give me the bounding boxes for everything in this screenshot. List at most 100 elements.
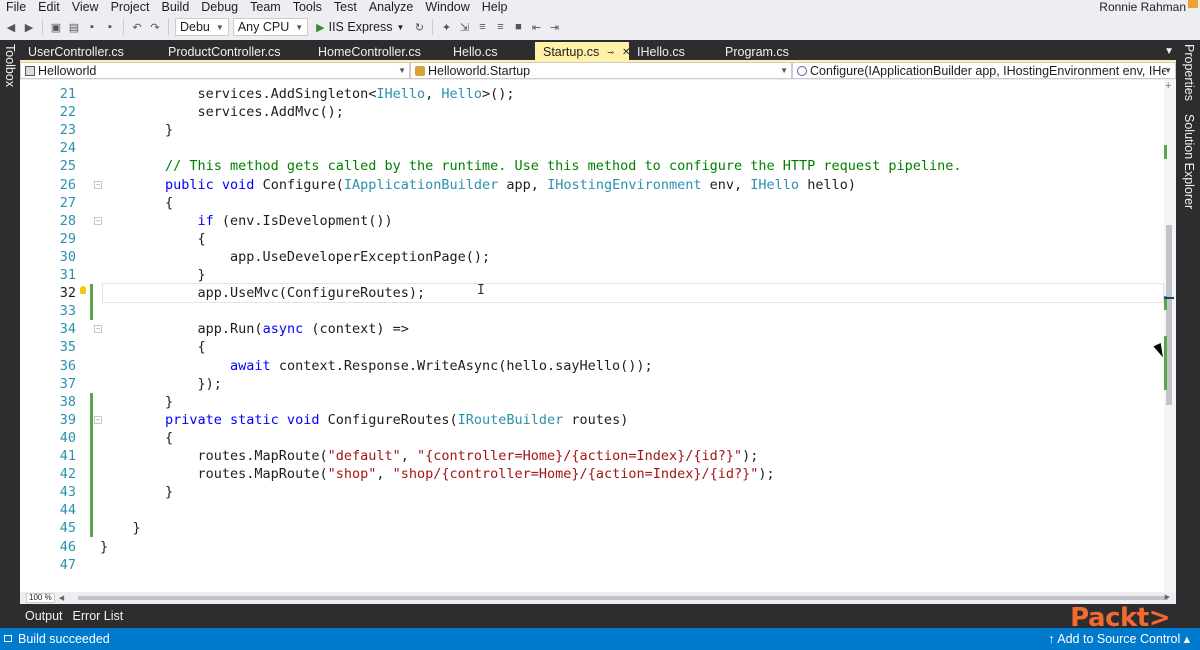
next-bookmark-icon[interactable]: ⇥ [547, 20, 561, 34]
code-token: , [425, 86, 442, 102]
toolbox-tab[interactable]: Toolbox [3, 44, 17, 87]
refresh-icon[interactable]: ↻ [412, 20, 426, 34]
code-line[interactable]: services.AddSingleton<IHello, Hello>(); [100, 85, 515, 103]
horizontal-scrollbar-thumb[interactable] [78, 596, 1168, 600]
tab-usercontroller-cs[interactable]: UserController.cs [20, 42, 160, 62]
code-line[interactable]: } [100, 121, 173, 139]
code-line[interactable]: { [100, 429, 173, 447]
code-line[interactable]: routes.MapRoute("shop", "shop/{controlle… [100, 465, 775, 483]
menu-help[interactable]: Help [476, 0, 514, 14]
comment-icon[interactable]: ≡ [475, 20, 489, 34]
solution-platform-select[interactable]: Any CPU ▼ [232, 18, 309, 36]
zoom-level-select[interactable]: 100 % [26, 593, 55, 603]
scroll-left-icon[interactable]: ◀ [59, 594, 64, 602]
code-line[interactable]: await context.Response.WriteAsync(hello.… [100, 357, 653, 375]
save-icon[interactable]: ▪ [85, 20, 99, 34]
tab-list-dropdown-icon[interactable]: ▼ [1164, 46, 1174, 57]
type-dropdown[interactable]: Helloworld.Startup ▼ [410, 62, 792, 79]
code-editor[interactable]: 21 22 23 24 25 26 27 28 29 30 31 32 33 34 35 36 37 38 39 40… [20, 80, 1164, 592]
split-view-icon[interactable]: + [1165, 80, 1171, 92]
properties-tab[interactable]: Properties [1182, 44, 1196, 101]
undo-icon[interactable]: ↶ [130, 20, 144, 34]
code-line[interactable]: app.UseDeveloperExceptionPage(); [100, 248, 490, 266]
browser-link-icon[interactable]: ✦ [439, 20, 453, 34]
code-line[interactable]: if (env.IsDevelopment()) [100, 212, 393, 230]
menu-project[interactable]: Project [105, 0, 156, 14]
add-to-source-control-button[interactable]: ↑ Add to Source Control ▴ [1048, 631, 1190, 646]
redo-icon[interactable]: ↷ [148, 20, 162, 34]
code-line[interactable]: { [100, 230, 206, 248]
start-debugging-button[interactable]: ▶ IIS Express ▼ [312, 20, 408, 34]
collapse-region-icon[interactable]: − [94, 325, 102, 334]
code-line[interactable]: } [100, 519, 141, 537]
code-line[interactable]: { [100, 194, 173, 212]
code-token: Configure( [262, 176, 344, 193]
solution-configuration-select[interactable]: Debu ▼ [175, 18, 229, 36]
save-all-icon[interactable]: ▪ [103, 20, 117, 34]
code-line[interactable]: services.AddMvc(); [100, 103, 344, 121]
menu-team[interactable]: Team [244, 0, 287, 14]
code-token: private static void [100, 411, 328, 428]
code-line[interactable]: public void Configure(IApplicationBuilde… [100, 176, 856, 194]
tab-hello-cs[interactable]: Hello.cs [445, 42, 535, 62]
code-token: async [262, 321, 304, 338]
collapse-region-icon[interactable]: − [94, 415, 102, 424]
code-line[interactable]: private static void ConfigureRoutes(IRou… [100, 411, 628, 429]
code-line[interactable]: app.Run(async (context) => [100, 320, 409, 338]
code-token: { [100, 429, 174, 446]
code-line[interactable]: } [100, 266, 206, 284]
code-token: await [100, 357, 279, 374]
user-name[interactable]: Ronnie Rahman [1099, 0, 1186, 14]
tab-program-cs[interactable]: Program.cs [717, 42, 827, 62]
step-into-icon[interactable]: ⇲ [457, 20, 471, 34]
open-file-icon[interactable]: ▤ [67, 20, 81, 34]
menu-test[interactable]: Test [328, 0, 363, 14]
tab-label: Hello.cs [453, 45, 498, 59]
line-number: 26 [59, 176, 76, 193]
line-number: 25 [59, 158, 76, 175]
line-number: 24 [59, 140, 76, 157]
scroll-right-icon[interactable]: ▶ [1165, 593, 1170, 601]
code-token: ); [742, 448, 759, 464]
pin-tab-icon[interactable]: ⊸ [607, 48, 614, 57]
tab-startup-cs[interactable]: Startup.cs ⊸ ✕ [535, 42, 630, 62]
project-dropdown[interactable]: Helloworld ▼ [20, 62, 410, 79]
menu-edit[interactable]: Edit [32, 0, 66, 14]
menu-view[interactable]: View [66, 0, 105, 14]
code-line[interactable]: routes.MapRoute("default", "{controller=… [100, 447, 759, 465]
menu-file[interactable]: File [0, 0, 32, 14]
code-token: } [100, 122, 174, 139]
editor-vertical-scrollbar[interactable]: + [1164, 80, 1176, 592]
navigate-forward-icon[interactable]: ▶ [22, 20, 36, 34]
code-line[interactable]: } [100, 538, 108, 556]
chevron-down-icon: ▼ [1164, 66, 1172, 75]
code-line[interactable]: { [100, 338, 206, 356]
solution-explorer-tab[interactable]: Solution Explorer [1182, 114, 1196, 209]
bookmark-icon[interactable]: ■ [511, 20, 525, 34]
member-dropdown[interactable]: Configure(IApplicationBuilder app, IHost… [792, 62, 1176, 79]
lightbulb-icon[interactable] [80, 286, 86, 294]
tab-ihello-cs[interactable]: IHello.cs [629, 42, 717, 62]
tab-homecontroller-cs[interactable]: HomeController.cs [310, 42, 445, 62]
code-line[interactable]: } [100, 483, 173, 501]
code-line[interactable]: } [100, 393, 173, 411]
menu-tools[interactable]: Tools [287, 0, 328, 14]
collapse-region-icon[interactable]: − [94, 216, 102, 225]
code-line[interactable]: app.UseMvc(ConfigureRoutes); [100, 284, 426, 302]
code-line[interactable]: }); [100, 375, 222, 393]
prev-bookmark-icon[interactable]: ⇤ [529, 20, 543, 34]
new-project-icon[interactable]: ▣ [49, 20, 63, 34]
menu-analyze[interactable]: Analyze [363, 0, 419, 14]
menu-build[interactable]: Build [155, 0, 195, 14]
menu-debug[interactable]: Debug [195, 0, 244, 14]
tab-productcontroller-cs[interactable]: ProductController.cs [160, 42, 310, 62]
code-line[interactable]: // This method gets called by the runtim… [100, 157, 962, 175]
collapse-region-icon[interactable]: − [94, 180, 102, 189]
uncomment-icon[interactable]: ≡ [493, 20, 507, 34]
notification-badge-icon[interactable] [1188, 0, 1198, 8]
menu-window[interactable]: Window [419, 0, 475, 14]
error-list-tab[interactable]: Error List [68, 609, 129, 623]
output-tab[interactable]: Output [20, 609, 68, 623]
navigate-back-icon[interactable]: ◀ [4, 20, 18, 34]
line-number: 30 [59, 248, 76, 265]
